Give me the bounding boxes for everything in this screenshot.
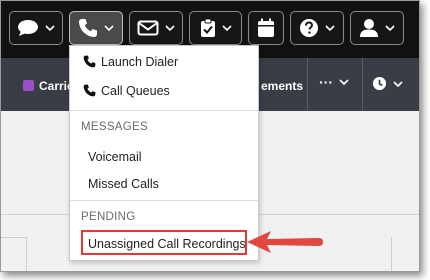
- menu-divider: [70, 110, 258, 111]
- menu-item-label: Launch Dialer: [101, 55, 179, 69]
- content-box-edge: [391, 237, 392, 271]
- chevron-down-icon: [165, 25, 175, 31]
- nav-more-menu[interactable]: ···: [319, 74, 349, 90]
- help-menu-button[interactable]: [290, 11, 344, 45]
- chat-icon: [18, 20, 38, 36]
- menu-divider: [70, 200, 258, 201]
- clock-icon: [372, 76, 387, 91]
- chevron-down-icon: [221, 25, 232, 31]
- content-box-edge: [1, 237, 27, 271]
- chevron-down-icon: [385, 25, 395, 31]
- phone-dropdown-menu: Launch Dialer Call Queues MESSAGES Voice…: [69, 45, 259, 261]
- user-icon: [360, 19, 378, 37]
- chat-menu-button[interactable]: [9, 11, 63, 45]
- user-menu-button[interactable]: [350, 11, 404, 45]
- calendar-icon: [258, 18, 274, 37]
- phone-icon: [79, 19, 97, 37]
- phone-icon: [83, 55, 96, 68]
- phone-icon: [83, 84, 96, 97]
- phone-menu-button[interactable]: [69, 11, 123, 45]
- pointer-arrow-icon: [247, 231, 323, 253]
- menu-section-messages: MESSAGES: [81, 121, 148, 133]
- mail-menu-button[interactable]: [129, 11, 183, 45]
- app-window: Carrie ements ··· Launch Dialer Call Que…: [0, 0, 420, 272]
- nav-history-menu[interactable]: [372, 76, 403, 91]
- help-icon: [300, 19, 318, 37]
- more-icon: ···: [319, 74, 333, 90]
- nav-divider: [362, 58, 363, 111]
- chevron-down-icon: [45, 25, 55, 31]
- menu-item-label: Call Queues: [101, 84, 170, 98]
- nav-item-elements[interactable]: ements: [261, 79, 303, 93]
- nav-divider: [307, 58, 308, 111]
- calendar-button[interactable]: [248, 11, 284, 45]
- menu-item-call-queues[interactable]: Call Queues: [70, 84, 258, 104]
- chevron-down-icon: [325, 25, 335, 31]
- chevron-down-icon: [104, 25, 114, 31]
- clipboard-check-icon: [200, 18, 215, 37]
- chevron-down-icon: [339, 79, 349, 85]
- menu-section-pending: PENDING: [81, 211, 136, 223]
- carrier-color-swatch: [23, 80, 34, 91]
- tasks-menu-button[interactable]: [189, 11, 242, 45]
- menu-item-voicemail[interactable]: Voicemail: [88, 150, 142, 164]
- menu-item-missed-calls[interactable]: Missed Calls: [88, 177, 159, 191]
- chevron-down-icon: [393, 80, 403, 87]
- mail-icon: [137, 20, 159, 36]
- highlight-box: [81, 230, 247, 255]
- menu-item-launch-dialer[interactable]: Launch Dialer: [70, 55, 258, 75]
